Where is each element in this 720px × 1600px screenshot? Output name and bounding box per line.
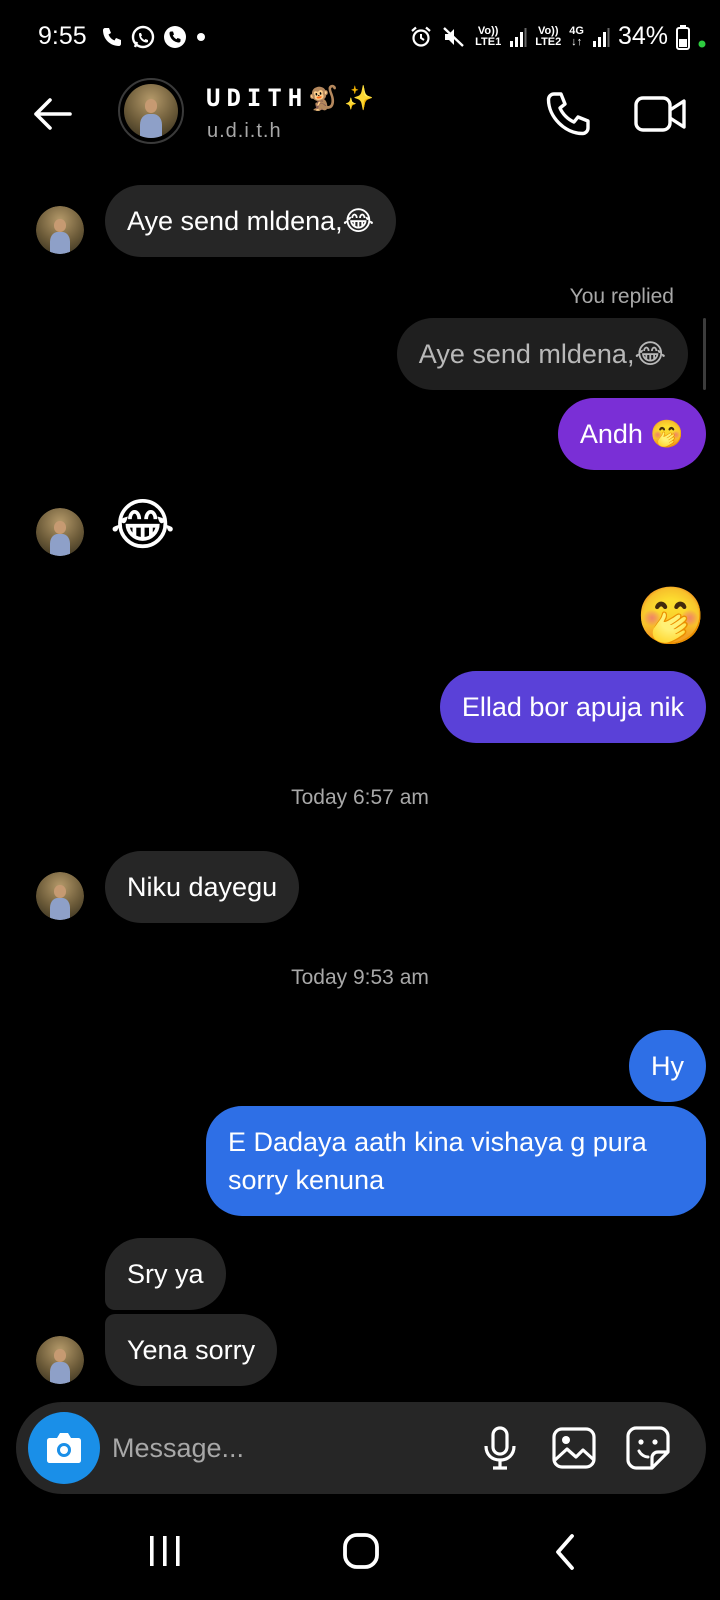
sim1-tag-bottom: LTE1	[475, 35, 502, 48]
back-arrow-icon[interactable]	[28, 90, 76, 138]
message-text: Yena sorry	[127, 1335, 256, 1365]
emoji-text: 🤭	[636, 584, 706, 647]
reply-label: You replied	[569, 285, 674, 308]
message-bubble-outgoing[interactable]: E Dadaya aath kina vishaya g pura sorry …	[206, 1106, 706, 1216]
message-text: Andh 🤭	[579, 419, 684, 449]
sender-avatar[interactable]	[34, 506, 86, 558]
contact-name[interactable]: UDITH🐒✨	[206, 84, 380, 112]
recents-icon[interactable]	[146, 1532, 188, 1572]
battery-percent: 34%	[617, 22, 668, 50]
network-type-label: 4G	[569, 24, 584, 37]
avatar-image	[36, 508, 84, 556]
timestamp: Today 6:57 am	[291, 786, 429, 809]
contact-avatar[interactable]	[118, 78, 184, 144]
message-text: Aye send mldena,😂	[127, 206, 375, 236]
whatsapp-icon	[131, 25, 155, 49]
quoted-text: Aye send mldena,😂	[418, 339, 666, 369]
video-camera-icon[interactable]	[632, 88, 688, 140]
contact-username[interactable]: u.d.i.t.h	[207, 120, 282, 143]
message-composer	[16, 1402, 706, 1494]
message-bubble-incoming[interactable]: Aye send mldena,😂	[105, 185, 397, 257]
dot-icon	[197, 33, 205, 41]
whatsapp-call-icon	[164, 26, 186, 48]
reply-bar	[703, 318, 706, 390]
nav-back-icon[interactable]	[548, 1530, 580, 1574]
message-text: E Dadaya aath kina vishaya g pura sorry …	[228, 1127, 647, 1195]
sim1-tag-top: Vo))	[477, 24, 499, 37]
sim2-tag-top: Vo))	[537, 24, 559, 37]
battery-icon	[676, 24, 690, 50]
call-notification-icon	[103, 28, 121, 46]
message-bubble-outgoing[interactable]: Hy	[629, 1030, 706, 1102]
sender-avatar[interactable]	[34, 870, 86, 922]
gallery-icon[interactable]	[550, 1424, 598, 1472]
data-arrows: ↓↑	[571, 35, 583, 48]
camera-button[interactable]	[28, 1412, 100, 1484]
sticker-icon[interactable]	[624, 1424, 672, 1472]
emoji-message-incoming[interactable]: 😂	[110, 493, 176, 556]
status-time: 9:55	[38, 22, 87, 50]
avatar-image	[36, 1336, 84, 1384]
chat-header: UDITH🐒✨ u.d.i.t.h	[0, 74, 720, 164]
message-bubble-incoming[interactable]: Yena sorry	[105, 1314, 278, 1386]
sender-avatar[interactable]	[34, 1334, 86, 1386]
phone-icon[interactable]	[542, 88, 594, 140]
sender-avatar[interactable]	[34, 204, 86, 256]
message-bubble-outgoing[interactable]: Ellad bor apuja nik	[439, 671, 706, 743]
message-text: Sry ya	[127, 1259, 204, 1289]
home-icon[interactable]	[340, 1530, 384, 1574]
timestamp: Today 9:53 am	[291, 966, 429, 989]
signal-icon	[510, 27, 527, 47]
avatar-image	[124, 84, 178, 138]
emoji-message-outgoing[interactable]: 🤭	[636, 585, 706, 647]
message-text: Ellad bor apuja nik	[461, 692, 684, 722]
quoted-message[interactable]: Aye send mldena,😂	[396, 318, 688, 390]
message-bubble-outgoing[interactable]: Andh 🤭	[557, 398, 706, 470]
sim1-tag: Vo)) LTE1	[475, 24, 502, 48]
message-input[interactable]	[112, 1424, 432, 1472]
status-bar: 9:55 Vo)) LTE1 Vo)) LTE2 4G ↓↑ 34%	[0, 0, 720, 74]
microphone-icon[interactable]	[476, 1424, 524, 1472]
system-nav-bar	[0, 1512, 720, 1600]
camera-icon	[47, 1433, 81, 1463]
network-type: 4G ↓↑	[569, 24, 584, 48]
message-bubble-incoming[interactable]: Niku dayegu	[105, 851, 300, 923]
message-text: Niku dayegu	[127, 872, 278, 902]
status-system-icons: Vo)) LTE1 Vo)) LTE2 4G ↓↑ 34%	[409, 22, 706, 51]
message-bubble-incoming[interactable]: Sry ya	[105, 1238, 226, 1310]
sim2-tag: Vo)) LTE2	[535, 24, 562, 48]
privacy-dot-icon	[698, 40, 706, 47]
mute-icon	[443, 26, 464, 47]
emoji-text: 😂	[110, 493, 176, 556]
signal-icon-2	[592, 27, 610, 47]
alarm-icon	[411, 26, 431, 47]
sim2-tag-bottom: LTE2	[535, 35, 562, 48]
avatar-image	[36, 206, 84, 254]
avatar-image	[36, 872, 84, 920]
status-notification-icons	[100, 24, 208, 50]
message-text: Hy	[651, 1051, 684, 1081]
